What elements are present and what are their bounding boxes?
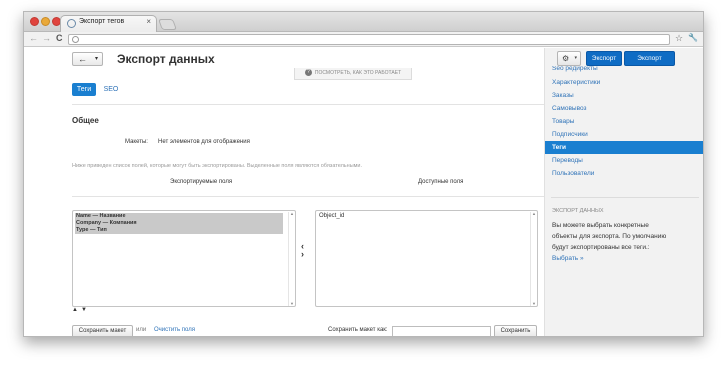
scroll-down-icon[interactable]: ▼ <box>290 301 294 306</box>
close-window-light[interactable] <box>30 17 39 26</box>
tab-tags[interactable]: Теги <box>72 83 96 96</box>
fields-hint: Ниже приведен список полей, которые могу… <box>72 163 363 169</box>
scrollbar[interactable]: ▲ ▼ <box>530 211 536 306</box>
how-it-works-label: ПОСМОТРЕТЬ, КАК ЭТО РАБОТАЕТ <box>314 70 402 76</box>
sidebar-item-seo-redirects[interactable]: Seo редиректы <box>545 66 703 76</box>
wrench-icon[interactable]: 🔧 <box>688 33 698 42</box>
sidebar-item-orders[interactable]: Заказы <box>545 89 703 102</box>
divider <box>72 196 544 197</box>
list-item[interactable]: Object_id <box>319 213 344 219</box>
chevron-down-icon: ▾ <box>94 56 98 62</box>
page-header: ← ▾ Экспорт данных ? ПОСМОТРЕТЬ, КАК ЭТО … <box>72 51 544 80</box>
save-layout-as-label: Сохранить макет как: <box>328 327 388 333</box>
new-tab-button[interactable] <box>157 19 178 30</box>
sidebar-item-subscribers[interactable]: Подписчики <box>545 128 703 141</box>
sidebar-item-features[interactable]: Характеристики <box>545 76 703 89</box>
globe-icon <box>67 19 76 28</box>
export-button[interactable]: Экспорт <box>586 51 622 66</box>
browser-tab-title: Экспорт тегов <box>79 18 125 25</box>
layouts-label: Макеты: <box>125 139 148 145</box>
browser-tab[interactable]: Экспорт тегов × <box>60 15 157 32</box>
layout-name-input[interactable] <box>392 326 491 336</box>
browser-titlebar: Экспорт тегов × <box>24 12 703 32</box>
list-item[interactable]: Type — Тип <box>75 227 283 234</box>
page-content: ← ▾ Экспорт данных ? ПОСМОТРЕТЬ, КАК ЭТО … <box>24 48 703 336</box>
available-fields-list[interactable]: Object_id ▲ ▼ <box>315 210 538 307</box>
scroll-down-icon[interactable]: ▼ <box>532 301 536 306</box>
address-bar[interactable] <box>68 34 670 45</box>
scrollbar[interactable]: ▲ ▼ <box>288 211 294 306</box>
save-layout-button[interactable]: Сохранить макет <box>72 325 133 336</box>
scroll-up-icon[interactable]: ▲ <box>532 211 536 216</box>
sidebar-info-heading: ЭКСПОРТ ДАННЫХ <box>552 208 604 214</box>
sidebar-item-pickup[interactable]: Самовывоз <box>545 102 703 115</box>
bookmark-star-icon[interactable]: ☆ <box>675 33 683 44</box>
select-objects-link[interactable]: Выбрать » <box>552 255 584 262</box>
forward-arrow-icon[interactable]: → <box>42 33 51 43</box>
move-down-icon[interactable]: ▼ <box>81 307 87 313</box>
available-fields-label: Доступные поля <box>418 179 464 185</box>
browser-window: Экспорт тегов × ← → C ☆ 🔧 ← ▾ Экспорт да… <box>23 11 704 337</box>
layouts-value: Нет элементов для отображения <box>158 139 250 145</box>
export-button-primary[interactable]: Экспорт <box>624 51 675 66</box>
page-title: Экспорт данных <box>117 52 215 66</box>
settings-dropdown-button[interactable]: ⚙ ▾ <box>557 51 581 66</box>
sidebar-item-products[interactable]: Товары <box>545 115 703 128</box>
gear-icon: ⚙ <box>562 54 570 63</box>
save-button[interactable]: Сохранить <box>494 325 537 336</box>
sidebar-item-users[interactable]: Пользователи <box>545 167 703 180</box>
list-item[interactable]: Company — Компания <box>75 220 283 227</box>
sidebar-info-text: Вы можете выбрать конкретные объекты для… <box>552 220 667 264</box>
how-it-works-button[interactable]: ? ПОСМОТРЕТЬ, КАК ЭТО РАБОТАЕТ <box>294 68 412 80</box>
back-button[interactable]: ← ▾ <box>72 52 103 66</box>
sidebar-info-body: Вы можете выбрать конкретные объекты для… <box>552 222 667 251</box>
reload-icon[interactable]: C <box>56 33 63 43</box>
clear-fields-link[interactable]: Очистить поля <box>154 327 195 333</box>
minimize-window-light[interactable] <box>41 17 50 26</box>
screenshot-scene: Экспорт тегов × ← → C ☆ 🔧 ← ▾ Экспорт да… <box>0 0 727 372</box>
exported-fields-label: Экспортируемые поля <box>170 179 233 185</box>
tab-close-icon[interactable]: × <box>146 17 151 26</box>
tab-seo[interactable]: SEO <box>99 83 123 96</box>
main-panel: ← ▾ Экспорт данных ? ПОСМОТРЕТЬ, КАК ЭТО … <box>24 48 544 336</box>
move-up-icon[interactable]: ▲ <box>72 307 78 313</box>
chevron-down-icon: ▾ <box>574 55 577 61</box>
sidebar-item-translations[interactable]: Переводы <box>545 154 703 167</box>
back-arrow-label: ← <box>78 54 87 64</box>
or-text: или <box>136 327 147 333</box>
scroll-up-icon[interactable]: ▲ <box>290 211 294 216</box>
browser-toolbar: ← → C ☆ 🔧 <box>24 32 703 47</box>
right-sidebar: ⚙ ▾ Экспорт Экспорт Seo редиректы Характ… <box>544 48 703 336</box>
list-item[interactable]: Name — Название <box>75 213 283 220</box>
page-globe-icon <box>72 36 79 43</box>
divider <box>72 104 544 105</box>
question-icon: ? <box>304 69 312 77</box>
move-right-icon[interactable]: › <box>301 249 304 259</box>
back-arrow-icon[interactable]: ← <box>29 33 38 43</box>
divider <box>551 197 699 198</box>
general-section-title: Общее <box>72 116 99 125</box>
sidebar-item-tags[interactable]: Теги <box>545 141 703 154</box>
exported-fields-list[interactable]: Name — Название Company — Компания Type … <box>72 210 296 307</box>
